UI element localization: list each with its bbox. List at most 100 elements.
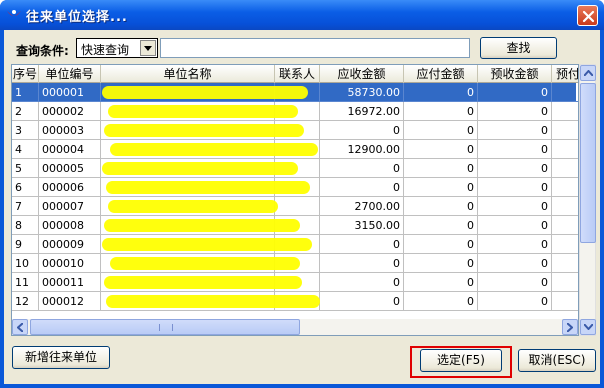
dialog-window: 往来单位选择... 查询条件: 快速查询 查找 序号 单位编号 单位名称 联系人… bbox=[0, 0, 604, 388]
cell-receivable: 3150.00 bbox=[320, 216, 404, 235]
query-mode-value: 快速查询 bbox=[81, 43, 130, 57]
cell-contact bbox=[275, 197, 320, 216]
cell-payable: 0 bbox=[404, 121, 478, 140]
title-bar[interactable]: 往来单位选择... bbox=[0, 0, 604, 30]
table-row[interactable]: 5 000005 0 0 0 bbox=[12, 159, 578, 178]
cell-payable: 0 bbox=[404, 254, 478, 273]
close-button[interactable] bbox=[577, 5, 598, 26]
cell-prepaid bbox=[552, 254, 578, 273]
scroll-down-button[interactable] bbox=[580, 319, 596, 335]
cell-receivable: 0 bbox=[320, 235, 404, 254]
vertical-scrollbar[interactable] bbox=[579, 64, 596, 336]
cell-prepaid bbox=[552, 121, 578, 140]
cell-payable: 0 bbox=[404, 292, 478, 311]
table-row[interactable]: 4 000004 12900.00 0 0 bbox=[12, 140, 578, 159]
cell-receivable: 0 bbox=[320, 254, 404, 273]
query-mode-select[interactable]: 快速查询 bbox=[76, 38, 158, 58]
horizontal-scrollbar[interactable] bbox=[12, 319, 578, 335]
cell-code: 000004 bbox=[39, 140, 101, 159]
cell-prepaid bbox=[552, 159, 578, 178]
cell-payable: 0 bbox=[404, 83, 478, 102]
search-input[interactable] bbox=[160, 38, 470, 58]
cell-prepaid bbox=[552, 197, 578, 216]
cell-prepaid bbox=[552, 140, 578, 159]
cell-prereceived: 0 bbox=[478, 254, 552, 273]
col-header-prepaid[interactable]: 预付 bbox=[552, 65, 578, 83]
cell-prereceived: 0 bbox=[478, 216, 552, 235]
scroll-up-button[interactable] bbox=[580, 65, 596, 81]
redaction-highlight bbox=[104, 124, 304, 137]
cell-index: 2 bbox=[12, 102, 39, 121]
cell-receivable: 12900.00 bbox=[320, 140, 404, 159]
cell-prereceived: 0 bbox=[478, 159, 552, 178]
table-row[interactable]: 3 000003 0 0 0 bbox=[12, 121, 578, 140]
partner-table[interactable]: 序号 单位编号 单位名称 联系人 应收金额 应付金额 预收金额 预付 1 0000… bbox=[11, 64, 579, 336]
add-partner-button[interactable]: 新增往来单位 bbox=[12, 346, 110, 369]
horizontal-scroll-thumb[interactable] bbox=[30, 319, 300, 335]
cell-receivable: 2700.00 bbox=[320, 197, 404, 216]
cell-index: 5 bbox=[12, 159, 39, 178]
cell-code: 000001 bbox=[39, 83, 101, 102]
cell-prepaid bbox=[552, 273, 578, 292]
redaction-highlight bbox=[110, 143, 318, 156]
table-row[interactable]: 11 000011 0 0 0 bbox=[12, 273, 578, 292]
cell-prepaid bbox=[552, 292, 578, 311]
table-header: 序号 单位编号 单位名称 联系人 应收金额 应付金额 预收金额 预付 bbox=[12, 65, 578, 83]
scroll-right-button[interactable] bbox=[562, 319, 578, 335]
redaction-highlight bbox=[102, 238, 312, 251]
col-header-name[interactable]: 单位名称 bbox=[101, 65, 275, 83]
search-button[interactable]: 查找 bbox=[480, 37, 557, 59]
cell-payable: 0 bbox=[404, 102, 478, 121]
vertical-scroll-thumb[interactable] bbox=[580, 83, 596, 243]
cell-index: 7 bbox=[12, 197, 39, 216]
cell-receivable: 0 bbox=[320, 292, 404, 311]
app-logo-icon bbox=[6, 7, 22, 23]
table-row[interactable]: 2 000002 16972.00 0 0 bbox=[12, 102, 578, 121]
chevron-left-icon bbox=[17, 323, 23, 332]
cell-code: 000009 bbox=[39, 235, 101, 254]
chevron-down-icon bbox=[584, 324, 593, 330]
table-row[interactable]: 7 000007 2700.00 0 0 bbox=[12, 197, 578, 216]
col-header-receivable[interactable]: 应收金额 bbox=[320, 65, 404, 83]
cell-prepaid bbox=[552, 216, 578, 235]
cell-index: 8 bbox=[12, 216, 39, 235]
cell-payable: 0 bbox=[404, 216, 478, 235]
cell-index: 12 bbox=[12, 292, 39, 311]
table-row[interactable]: 1 000001 58730.00 0 0 bbox=[12, 83, 578, 102]
table-row[interactable]: 6 000006 0 0 0 bbox=[12, 178, 578, 197]
table-row[interactable]: 10 000010 0 0 0 bbox=[12, 254, 578, 273]
col-header-contact[interactable]: 联系人 bbox=[275, 65, 320, 83]
col-header-code[interactable]: 单位编号 bbox=[39, 65, 101, 83]
table-row[interactable]: 8 000008 3150.00 0 0 bbox=[12, 216, 578, 235]
cell-prereceived: 0 bbox=[478, 121, 552, 140]
cell-index: 3 bbox=[12, 121, 39, 140]
chevron-right-icon bbox=[567, 323, 573, 332]
close-icon bbox=[582, 10, 595, 23]
col-header-prereceived[interactable]: 预收金额 bbox=[478, 65, 552, 83]
table-row[interactable]: 12 000012 0 0 0 bbox=[12, 292, 578, 311]
redaction-highlight bbox=[102, 162, 298, 175]
dropdown-button[interactable] bbox=[140, 40, 156, 56]
redaction-highlight bbox=[104, 276, 302, 289]
chevron-down-icon bbox=[144, 46, 152, 51]
cell-index: 1 bbox=[12, 83, 39, 102]
redaction-highlight bbox=[106, 295, 320, 308]
redaction-highlight bbox=[110, 257, 300, 270]
col-header-payable[interactable]: 应付金额 bbox=[404, 65, 478, 83]
window-title: 往来单位选择... bbox=[26, 10, 128, 25]
cell-code: 000005 bbox=[39, 159, 101, 178]
cell-prereceived: 0 bbox=[478, 178, 552, 197]
col-header-index[interactable]: 序号 bbox=[12, 65, 39, 83]
cell-prereceived: 0 bbox=[478, 235, 552, 254]
scroll-left-button[interactable] bbox=[12, 319, 28, 335]
cell-prereceived: 0 bbox=[478, 140, 552, 159]
redaction-highlight bbox=[108, 105, 298, 118]
scroll-grip bbox=[159, 324, 173, 331]
cell-index: 10 bbox=[12, 254, 39, 273]
cell-prepaid bbox=[552, 178, 578, 197]
cell-prepaid bbox=[552, 235, 578, 254]
cell-index: 6 bbox=[12, 178, 39, 197]
cancel-button[interactable]: 取消(ESC) bbox=[518, 349, 596, 372]
cell-receivable: 58730.00 bbox=[320, 83, 404, 102]
table-row[interactable]: 9 000009 0 0 0 bbox=[12, 235, 578, 254]
